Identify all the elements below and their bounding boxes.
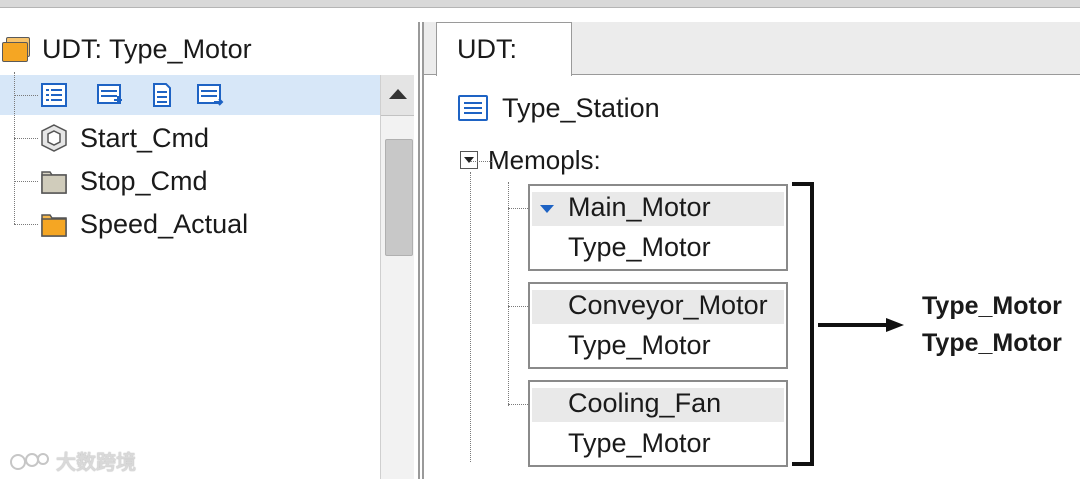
insert-member-icon[interactable] [196, 82, 224, 108]
tab-bar: UDT: [424, 22, 1080, 76]
tree-item-label: Stop_Cmd [80, 165, 208, 196]
tree-item-stop-cmd[interactable]: Stop_Cmd [38, 161, 208, 201]
tree-line [14, 224, 38, 225]
window-top-border [0, 0, 1080, 8]
tree-item-start-cmd[interactable]: Start_Cmd [38, 118, 209, 158]
member-type: Type_Motor [568, 232, 711, 262]
member-name: Main_Motor [568, 192, 711, 222]
tree-item-label: Speed_Actual [80, 208, 249, 239]
arrow-right-icon [818, 318, 904, 332]
member-name: Cooling_Fan [568, 388, 722, 418]
tree-line [508, 208, 528, 209]
member-conveyor-motor[interactable]: Conveyor_Motor Type_Motor [528, 282, 788, 369]
list-view-icon[interactable] [40, 82, 68, 108]
watermark: 大数跨境 [10, 446, 136, 475]
collapse-toggle-icon[interactable] [460, 151, 478, 169]
tree-root[interactable]: UDT: Type_Motor [0, 30, 252, 68]
udt-editor-pane: UDT: Type_Station Memopls: Main_Motor Ty… [422, 22, 1080, 479]
member-type: Type_Motor [568, 428, 711, 458]
vertical-scrollbar[interactable] [380, 75, 414, 479]
tree-line [14, 95, 38, 96]
result-label: Type_Motor [922, 329, 1062, 357]
tree-line [470, 161, 492, 162]
members-label: Memopls: [488, 144, 601, 175]
result-label: Type_Motor [922, 292, 1062, 320]
folder-stack-icon [2, 37, 32, 62]
tree-item-speed-actual[interactable]: Speed_Actual [38, 204, 248, 244]
tree-item-label: Start_Cmd [80, 122, 210, 153]
add-member-icon[interactable] [96, 82, 124, 108]
tree-line [470, 172, 471, 462]
member-main-motor[interactable]: Main_Motor Type_Motor [528, 184, 788, 271]
member-name: Conveyor_Motor [568, 290, 768, 320]
member-cooling-fan[interactable]: Cooling_Fan Type_Motor [528, 380, 788, 467]
orange-folder-icon [41, 214, 67, 237]
tab-udt[interactable]: UDT: [436, 22, 572, 76]
scroll-thumb[interactable] [385, 139, 413, 256]
type-station-label: Type_Station [502, 92, 660, 123]
list-view-icon [458, 95, 488, 121]
tree-line [14, 181, 38, 182]
tree-line [508, 182, 509, 406]
members-node[interactable]: Memopls: [460, 142, 601, 178]
gray-folder-icon [41, 171, 67, 194]
tree-line [508, 404, 528, 405]
watermark-text: 大数跨境 [56, 452, 136, 474]
tree-line [508, 306, 528, 307]
watermark-logo-icon [10, 452, 49, 470]
hexagon-icon [41, 124, 67, 152]
tree-line [14, 138, 38, 139]
udt-tree-pane: UDT: Type_Motor Start_Cmd Stop_Cmd Speed… [0, 22, 420, 479]
tree-root-label: UDT: Type_Motor [42, 33, 252, 64]
member-type: Type_Motor [568, 330, 711, 360]
type-station-node[interactable]: Type_Station [458, 88, 660, 128]
tab-label: UDT: [457, 34, 517, 64]
expand-arrow-icon[interactable] [540, 205, 554, 213]
right-bracket [792, 182, 814, 466]
scroll-up-button[interactable] [381, 75, 414, 116]
document-icon[interactable] [148, 82, 176, 108]
